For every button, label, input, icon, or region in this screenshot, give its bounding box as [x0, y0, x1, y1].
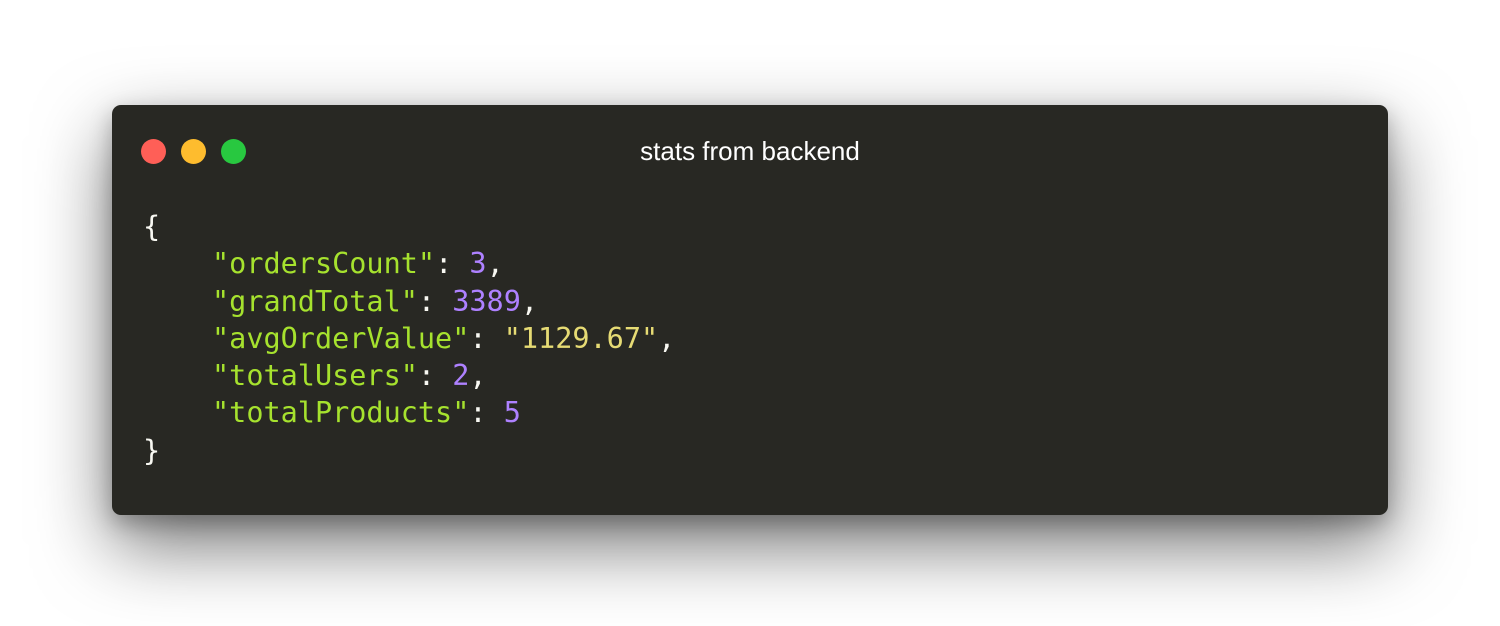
code-block: {"ordersCount": 3, "grandTotal": 3389, "av…	[143, 208, 675, 469]
json-string-value: "1129.67"	[503, 321, 659, 355]
code-line: "ordersCount": 3,	[143, 245, 675, 282]
json-number-value: 5	[503, 396, 521, 430]
code-line: "grandTotal": 3389,	[143, 283, 675, 320]
json-colon: :	[469, 396, 504, 430]
window-title: stats from backend	[640, 136, 860, 166]
json-colon: :	[469, 321, 504, 355]
json-comma: ,	[486, 247, 504, 281]
json-key: "totalUsers"	[212, 359, 418, 393]
json-key: "totalProducts"	[212, 396, 470, 430]
code-line-open-brace: {	[143, 208, 675, 245]
json-comma: ,	[469, 359, 487, 393]
json-comma: ,	[658, 321, 676, 355]
code-line: "totalProducts": 5	[143, 394, 675, 431]
title-bar: stats from backend	[112, 105, 1388, 197]
json-colon: :	[435, 247, 470, 281]
json-key: "grandTotal"	[212, 284, 418, 318]
json-key: "avgOrderValue"	[212, 321, 470, 355]
json-key: "ordersCount"	[212, 247, 436, 281]
json-colon: :	[417, 359, 453, 393]
json-comma: ,	[520, 284, 539, 318]
json-number-value: 3389	[452, 284, 521, 318]
code-line-close-brace: }	[143, 432, 675, 469]
close-brace: }	[143, 433, 161, 467]
code-line: "totalUsers": 2,	[143, 357, 675, 394]
code-line: "avgOrderValue": "1129.67",	[143, 320, 675, 357]
json-number-value: 3	[469, 247, 487, 281]
json-number-value: 2	[452, 359, 470, 393]
json-colon: :	[417, 284, 453, 318]
code-window: stats from backend {"ordersCount": 3, "gr…	[112, 105, 1388, 515]
open-brace: {	[143, 210, 161, 243]
